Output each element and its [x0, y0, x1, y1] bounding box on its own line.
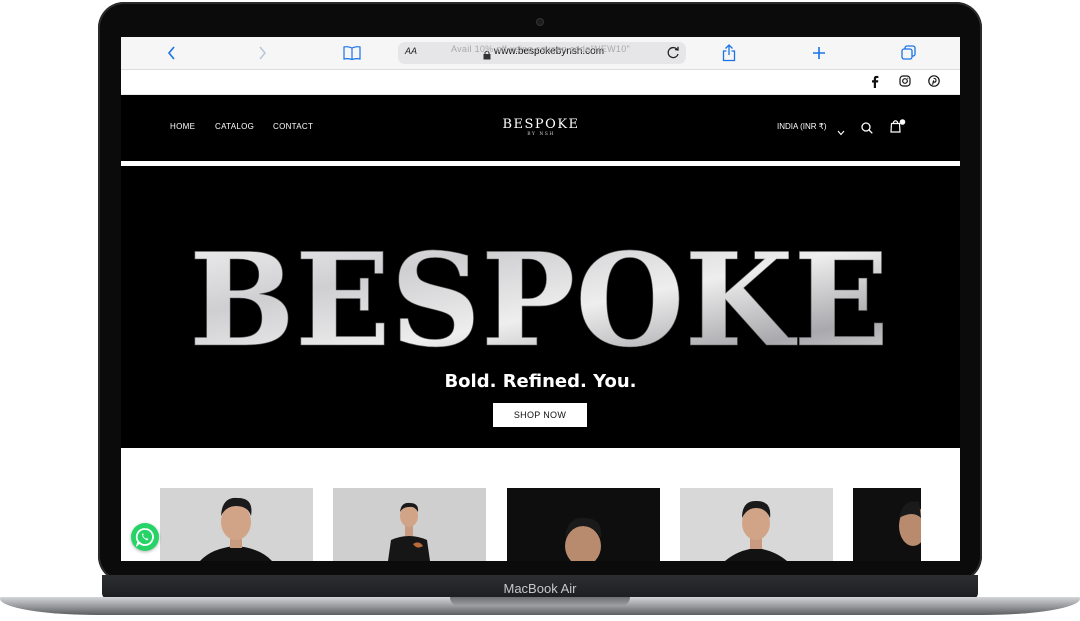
product-card[interactable] — [160, 488, 313, 561]
product-card[interactable] — [507, 488, 660, 561]
whatsapp-icon[interactable] — [131, 523, 159, 551]
bag-icon[interactable] — [890, 119, 906, 138]
instagram-icon[interactable] — [898, 75, 912, 89]
hero-headline: BESPOKE — [189, 226, 890, 363]
product-card[interactable] — [853, 488, 921, 561]
nav-home[interactable]: HOME — [170, 122, 195, 131]
announcement-bar — [121, 70, 960, 95]
laptop-screen: AA www.bespokebynsh.com Avail 10% off us… — [121, 37, 960, 561]
camera-icon — [537, 19, 543, 25]
laptop-notch — [450, 597, 630, 606]
facebook-icon[interactable] — [868, 75, 882, 89]
pinterest-icon[interactable] — [927, 75, 941, 89]
site-logo-subtitle: BY NSH — [527, 132, 555, 137]
device-model-label: MacBook Air — [503, 581, 577, 596]
nav-catalog[interactable]: CATALOG — [215, 122, 254, 131]
product-card[interactable] — [680, 488, 833, 561]
chevron-down-icon[interactable] — [837, 123, 845, 141]
product-card[interactable] — [333, 488, 486, 561]
nav-contact[interactable]: CONTACT — [273, 122, 313, 131]
region-selector[interactable]: INDIA (INR ₹) — [777, 122, 827, 131]
search-icon[interactable] — [861, 121, 873, 139]
hero-tagline: Bold. Refined. You. — [444, 371, 637, 392]
shop-now-button[interactable]: SHOP NOW — [493, 403, 587, 427]
site-logo[interactable]: BESPOKE — [471, 117, 611, 132]
announcement-text: Avail 10% off using coupon code"NEW10" — [450, 44, 631, 54]
hero-headline-text: BESPOKE — [189, 226, 889, 363]
